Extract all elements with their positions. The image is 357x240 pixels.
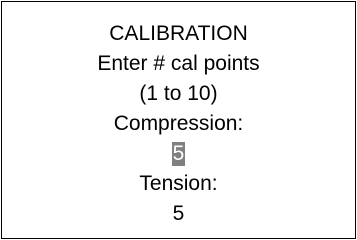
range-hint: (1 to 10)	[139, 82, 218, 105]
compression-label: Compression:	[113, 112, 244, 135]
tension-value-field[interactable]: 5	[2, 199, 355, 229]
screen-title: CALIBRATION	[109, 22, 248, 45]
calibration-screen: CALIBRATION Enter # cal points (1 to 10)…	[1, 1, 356, 239]
tension-label: Tension:	[139, 172, 218, 195]
compression-value-row: 5	[2, 139, 355, 169]
compression-value-field[interactable]: 5	[171, 142, 186, 166]
prompt-text: Enter # cal points	[97, 52, 260, 75]
calibration-text-block: CALIBRATION Enter # cal points (1 to 10)…	[2, 19, 355, 229]
